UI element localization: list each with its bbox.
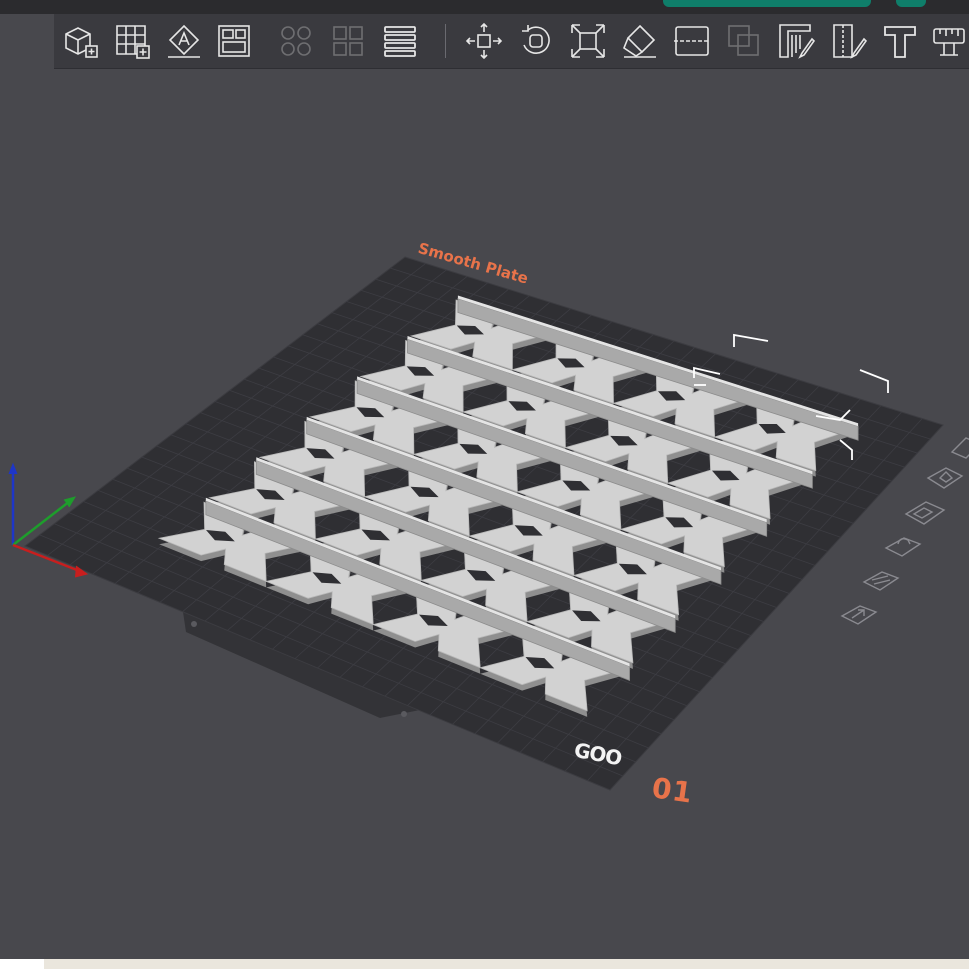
lay-on-face-icon[interactable] — [620, 21, 660, 61]
add-plate-icon[interactable] — [112, 21, 152, 61]
rotate-icon[interactable] — [516, 21, 556, 61]
split-parts-icon[interactable] — [328, 21, 368, 61]
cut-icon[interactable] — [672, 21, 712, 61]
bottom-strip — [0, 959, 969, 969]
plate-number-label: 01 — [649, 771, 696, 810]
orient-plate-icon[interactable] — [922, 465, 966, 493]
measure-icon[interactable] — [930, 21, 969, 61]
main-toolbar — [54, 14, 969, 69]
build-plate-scene[interactable] — [0, 69, 969, 959]
arrange-plate-icon[interactable] — [902, 499, 946, 527]
move-icon[interactable] — [464, 21, 504, 61]
scale-icon[interactable] — [568, 21, 608, 61]
lock-plate-icon[interactable] — [880, 533, 924, 561]
arrange-icon[interactable] — [214, 21, 254, 61]
support-paint-icon[interactable] — [776, 21, 816, 61]
plate-settings-icon[interactable] — [858, 567, 902, 595]
top-tab-prepare[interactable] — [663, 0, 871, 7]
add-object-icon[interactable] — [60, 21, 100, 61]
top-tab-preview[interactable] — [896, 0, 926, 7]
3d-viewport[interactable]: Smooth Plate GOO 01 — [0, 69, 969, 959]
layers-icon[interactable] — [380, 21, 420, 61]
text-icon[interactable] — [880, 21, 920, 61]
move-plate-icon[interactable] — [836, 601, 880, 629]
title-bar — [0, 0, 969, 14]
auto-orient-icon[interactable] — [164, 21, 204, 61]
delete-plate-icon[interactable] — [944, 433, 969, 461]
seam-paint-icon[interactable] — [828, 21, 868, 61]
split-objects-icon[interactable] — [276, 21, 316, 61]
boolean-icon[interactable] — [724, 21, 764, 61]
toolbar-separator — [445, 24, 446, 58]
